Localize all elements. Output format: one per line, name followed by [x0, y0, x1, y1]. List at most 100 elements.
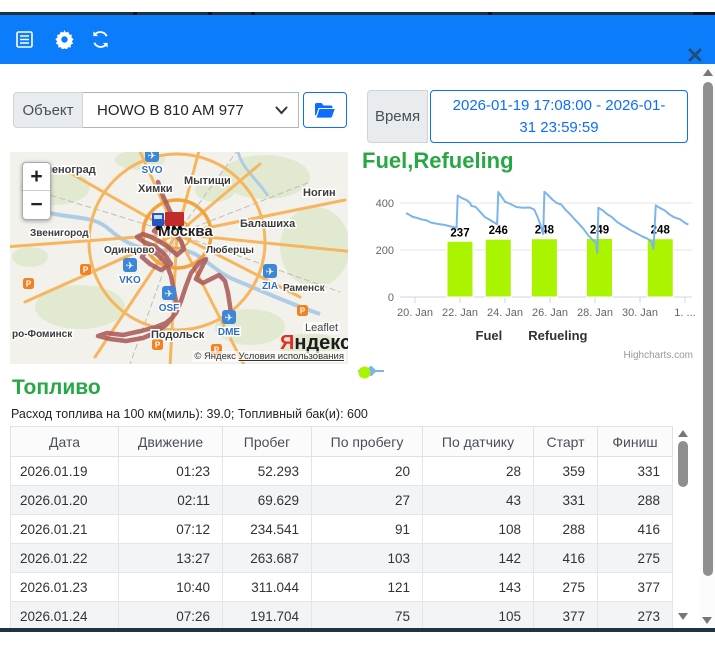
- table-cell: 103: [312, 544, 423, 573]
- table-cell: 27: [312, 486, 423, 515]
- table-cell: 07:26: [119, 602, 223, 631]
- table-row[interactable]: 2026.01.2213:27263.687103142416275: [11, 544, 673, 573]
- scroll-up-arrow-icon[interactable]: [678, 430, 688, 437]
- table-row[interactable]: 2026.01.1901:2352.2932028359331: [11, 457, 673, 486]
- zoom-in-button[interactable]: +: [23, 163, 50, 191]
- report-icon[interactable]: [14, 30, 34, 50]
- refresh-icon[interactable]: [90, 30, 110, 50]
- y-axis-label: 200: [376, 245, 394, 257]
- table-scrollbar[interactable]: [676, 428, 690, 628]
- time-range-input[interactable]: 2026-01-19 17:08:00 - 2026-01-31 23:59:5…: [430, 90, 688, 143]
- plane-icon: ✈: [165, 289, 173, 300]
- map-city-label: Ногин: [303, 187, 336, 199]
- x-axis-label: 28. Jan: [577, 307, 613, 319]
- map-city-label: Звенигород: [30, 228, 89, 239]
- refueling-bar[interactable]: [447, 241, 473, 297]
- table-cell: 13:27: [119, 544, 223, 573]
- plane-icon: ✈: [266, 267, 274, 278]
- settings-icon[interactable]: [54, 30, 74, 50]
- refueling-bar[interactable]: [587, 238, 613, 297]
- chart-canvas: 020040020. Jan22. Jan24. Jan26. Jan28. J…: [358, 186, 705, 326]
- x-axis-label: 20. Jan: [397, 307, 433, 319]
- table-cell: 359: [534, 457, 598, 486]
- refueling-bar[interactable]: [531, 239, 557, 297]
- bar-value-label: 249: [590, 224, 609, 236]
- column-header[interactable]: Дата: [11, 427, 119, 457]
- table-row[interactable]: 2026.01.2310:40311.044121143275377: [11, 573, 673, 602]
- zoom-out-button[interactable]: −: [23, 191, 50, 219]
- table-cell: 377: [598, 573, 673, 602]
- toll-road-icon-label: Р: [26, 280, 32, 289]
- object-select[interactable]: HOWO B 810 AM 977: [83, 92, 299, 128]
- table-cell: 311.044: [223, 573, 312, 602]
- scroll-down-arrow-icon[interactable]: [678, 613, 688, 620]
- fuel-table-wrap: ДатаДвижениеПробегПо пробегуПо датчикуСт…: [10, 426, 692, 630]
- refueling-bar[interactable]: [647, 239, 673, 297]
- column-header[interactable]: Пробег: [223, 427, 312, 457]
- table-cell: 143: [423, 573, 534, 602]
- table-row[interactable]: 2026.01.2407:26191.70475105377273: [11, 602, 673, 631]
- table-cell: 2026.01.19: [11, 457, 119, 486]
- table-cell: 69.629: [223, 486, 312, 515]
- open-folder-button[interactable]: [303, 92, 347, 128]
- close-icon[interactable]: [687, 47, 703, 63]
- map-city-label: Люберцы: [206, 244, 254, 256]
- folder-icon: [314, 102, 336, 118]
- x-axis-label: 24. Jan: [487, 307, 523, 319]
- toll-road-icon-label: Р: [155, 341, 161, 350]
- y-axis-label: 400: [376, 198, 394, 210]
- titlebar: [0, 15, 715, 64]
- window-bottom-edge: [0, 628, 715, 632]
- table-cell: 43: [423, 486, 534, 515]
- refueling-bar[interactable]: [485, 239, 511, 297]
- map-city-label: Подольск: [151, 329, 205, 341]
- plane-icon: ✈: [148, 152, 156, 162]
- column-header[interactable]: Финиш: [598, 427, 673, 457]
- table-cell: 02:11: [119, 486, 223, 515]
- table-cell: 191.704: [223, 602, 312, 631]
- map[interactable]: РРРРР✈SVO✈VKO✈ZIA✈OSF✈DMEЗеленоградХимки…: [10, 152, 348, 364]
- table-cell: 288: [534, 515, 598, 544]
- table-cell: 01:23: [119, 457, 223, 486]
- legend-item-refueling[interactable]: Refueling: [528, 328, 587, 343]
- map-city-label: Одинцово: [104, 245, 154, 256]
- table-row[interactable]: 2026.01.2107:12234.54191108288416: [11, 515, 673, 544]
- x-axis-label: 1. ...: [674, 307, 695, 319]
- column-header[interactable]: Движение: [119, 427, 223, 457]
- table-cell: 2026.01.23: [11, 573, 119, 602]
- table-cell: 10:40: [119, 573, 223, 602]
- table-cell: 28: [423, 457, 534, 486]
- table-cell: 331: [598, 457, 673, 486]
- table-cell: 416: [534, 544, 598, 573]
- table-cell: 2026.01.22: [11, 544, 119, 573]
- table-row[interactable]: 2026.01.2002:1169.6292743331288: [11, 486, 673, 515]
- truck-marker[interactable]: [152, 212, 184, 230]
- scroll-down-arrow-icon[interactable]: [702, 617, 712, 624]
- map-city-label: Раменск: [283, 283, 326, 294]
- column-header[interactable]: По пробегу: [312, 427, 423, 457]
- bar-value-label: 237: [450, 227, 469, 239]
- chart-title: Fuel,Refueling: [362, 148, 705, 174]
- terms-of-use-link[interactable]: Условия использования: [239, 351, 344, 362]
- table-cell: 20: [312, 457, 423, 486]
- table-cell: 2026.01.24: [11, 602, 119, 631]
- y-axis-label: 0: [388, 292, 394, 304]
- table-header-row: ДатаДвижениеПробегПо пробегуПо датчикуСт…: [11, 427, 673, 457]
- column-header[interactable]: По датчику: [423, 427, 534, 457]
- scroll-up-arrow-icon[interactable]: [703, 69, 713, 76]
- table-cell: 142: [423, 544, 534, 573]
- plane-icon: ✈: [225, 313, 233, 324]
- legend-item-fuel[interactable]: Fuel: [476, 328, 503, 343]
- page-scrollbar-thumb[interactable]: [703, 82, 713, 576]
- table-scrollbar-thumb[interactable]: [678, 441, 688, 487]
- time-group: Время 2026-01-19 17:08:00 - 2026-01-31 2…: [367, 90, 688, 143]
- table-cell: 275: [534, 573, 598, 602]
- table-cell: 52.293: [223, 457, 312, 486]
- table-cell: 263.687: [223, 544, 312, 573]
- map-park: [12, 247, 48, 267]
- page-scrollbar[interactable]: [700, 64, 715, 630]
- highcharts-credits[interactable]: Highcharts.com: [624, 350, 693, 361]
- x-axis-label: 26. Jan: [532, 307, 568, 319]
- column-header[interactable]: Старт: [534, 427, 598, 457]
- top-margin: [0, 0, 715, 12]
